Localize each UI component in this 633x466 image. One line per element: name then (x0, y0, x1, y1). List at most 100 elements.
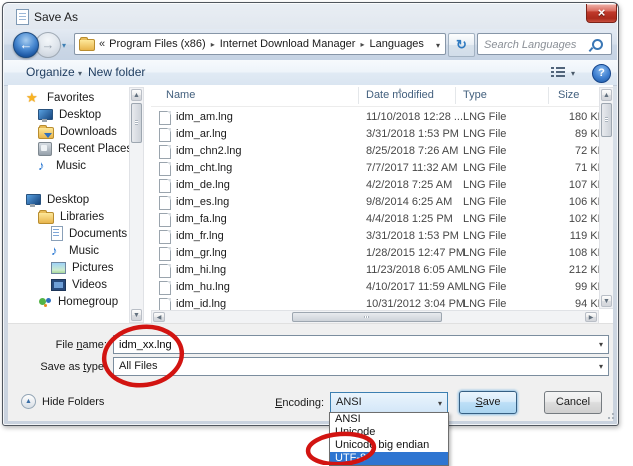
sidebar-item-desktop[interactable]: Desktop (38, 106, 101, 123)
save-button[interactable]: Save (459, 391, 517, 414)
sidebar-item-documents[interactable]: Documents (51, 225, 127, 242)
list-horizontal-scrollbar[interactable]: ◀ ▶ (151, 310, 599, 323)
chevron-down-icon[interactable]: ▾ (438, 399, 442, 408)
sidebar-item-favorites[interactable]: ★ Favorites (26, 89, 94, 106)
scroll-up-button[interactable]: ▲ (131, 89, 142, 101)
sidebar-scrollbar[interactable]: ▲ ▼ (129, 87, 144, 323)
file-icon (159, 230, 171, 244)
file-icon (159, 196, 171, 210)
sidebar-item-recent-places[interactable]: Recent Places (38, 140, 132, 157)
forward-icon: → (41, 37, 55, 52)
file-row[interactable]: idm_es.lng 9/8/2014 6:25 AM LNG File 106 KB (151, 194, 613, 211)
file-icon (159, 281, 171, 295)
sidebar-item-desktop-group[interactable]: Desktop (26, 191, 89, 208)
file-icon (159, 111, 171, 125)
resize-grip[interactable] (604, 409, 614, 419)
breadcrumb-item-idm[interactable]: Internet Download Manager (220, 38, 356, 50)
column-header-name[interactable]: Name (166, 89, 195, 101)
homegroup-icon (38, 296, 52, 308)
picture-icon (51, 261, 66, 274)
help-icon: ? (598, 67, 605, 79)
list-vertical-scrollbar[interactable]: ▲ ▼ (599, 87, 613, 309)
address-bar[interactable]: « Program Files (x86) ▸ Internet Downloa… (74, 33, 446, 55)
help-button[interactable]: ? (592, 64, 611, 83)
sidebar-item-videos[interactable]: Videos (51, 276, 107, 293)
organize-menu[interactable]: Organize ▾ (26, 65, 82, 79)
sidebar-item-music[interactable]: ♪ Music (38, 157, 86, 174)
scroll-up-button[interactable]: ▲ (601, 89, 612, 101)
file-row[interactable]: idm_fa.lng 4/4/2018 1:25 PM LNG File 102 KB (151, 211, 613, 228)
encoding-option-unicode-big-endian[interactable]: Unicode big endian (330, 439, 448, 452)
file-row[interactable]: idm_de.lng 4/2/2018 7:25 AM LNG File 107 KB (151, 177, 613, 194)
breadcrumb-separator-icon[interactable]: ▸ (359, 40, 365, 49)
refresh-button[interactable]: ↻ (448, 33, 475, 57)
hide-folders-button[interactable]: ▲ Hide Folders (21, 394, 104, 409)
command-toolbar: Organize ▾ New folder ▾ ? (4, 60, 617, 86)
file-name-combo[interactable]: ▾ (113, 335, 609, 354)
save-as-type-label: Save as type: (40, 361, 107, 373)
file-row[interactable]: idm_ar.lng 3/31/2018 1:53 PM LNG File 89 KB (151, 126, 613, 143)
file-row[interactable]: idm_am.lng 11/10/2018 12:28 ... LNG File 18… (151, 109, 613, 126)
scroll-left-button[interactable]: ◀ (153, 312, 165, 322)
scrollbar-thumb[interactable] (601, 103, 612, 137)
scrollbar-thumb[interactable] (131, 103, 142, 143)
scroll-right-icon: ▶ (588, 315, 594, 321)
file-row[interactable]: idm_chn2.lng 8/25/2018 7:26 AM LNG File 72 … (151, 143, 613, 160)
views-icon[interactable] (551, 66, 565, 78)
sidebar-item-downloads[interactable]: Downloads (38, 123, 117, 140)
chevron-down-icon[interactable]: ▾ (599, 340, 603, 349)
breadcrumb-separator-icon[interactable]: ▸ (210, 40, 216, 49)
views-dropdown-icon[interactable]: ▾ (571, 69, 575, 78)
history-dropdown-icon[interactable]: ▾ (62, 41, 66, 50)
encoding-option-ansi[interactable]: ANSI (330, 413, 448, 426)
sidebar-item-music-2[interactable]: ♪ Music (51, 242, 99, 259)
save-as-type-combo[interactable]: All Files ▾ (113, 357, 609, 376)
scroll-down-icon: ▼ (133, 312, 140, 319)
search-icon[interactable] (592, 39, 603, 50)
folder-icon (79, 37, 95, 51)
file-row[interactable]: idm_gr.lng 1/28/2015 12:47 PM LNG File 108 … (151, 245, 613, 262)
file-name-label: File name: (55, 339, 107, 351)
search-input[interactable] (482, 35, 591, 55)
encoding-option-utf8[interactable]: UTF-8 (330, 452, 448, 465)
cancel-button[interactable]: Cancel (544, 391, 602, 414)
column-header-date-modified[interactable]: Date modified (366, 89, 434, 101)
navigation-bar: ← → ▾ « Program Files (x86) ▸ Internet D… (4, 29, 617, 61)
encoding-label: Encoding: (275, 397, 324, 409)
collapse-arrow-icon: ▲ (21, 394, 36, 409)
breadcrumb-item-languages[interactable]: Languages (369, 38, 423, 50)
breadcrumb-item-program-files[interactable]: Program Files (x86) (109, 38, 206, 50)
monitor-icon (38, 109, 53, 122)
chevron-down-icon[interactable]: ▾ (599, 362, 603, 371)
close-button[interactable]: × (586, 4, 617, 23)
file-name-input[interactable] (115, 337, 591, 352)
file-icon (159, 264, 171, 278)
file-row[interactable]: idm_fr.lng 3/31/2018 1:53 PM LNG File 119 K… (151, 228, 613, 245)
file-icon (159, 247, 171, 261)
scroll-down-button[interactable]: ▼ (131, 309, 142, 321)
new-folder-button[interactable]: New folder (88, 65, 145, 79)
encoding-value: ANSI (336, 396, 362, 408)
encoding-combo[interactable]: ANSI ▾ (330, 392, 448, 413)
scroll-down-icon: ▼ (603, 298, 610, 305)
address-dropdown-icon[interactable]: ▾ (436, 41, 440, 50)
breadcrumb-chevrons[interactable]: « (99, 38, 105, 50)
file-icon (159, 213, 171, 227)
scroll-right-button[interactable]: ▶ (585, 312, 597, 322)
file-row[interactable]: idm_hi.lng 11/23/2018 6:05 AM LNG File 212 … (151, 262, 613, 279)
sidebar-item-libraries[interactable]: Libraries (38, 208, 104, 225)
encoding-dropdown-list: ANSI Unicode Unicode big endian UTF-8 (329, 412, 449, 466)
back-button[interactable]: ← (13, 32, 39, 58)
scrollbar-thumb[interactable] (292, 312, 442, 322)
scroll-down-button[interactable]: ▼ (601, 295, 612, 307)
title-bar[interactable]: Save As × (3, 3, 618, 29)
downloads-folder-icon (38, 124, 54, 139)
sidebar-item-pictures[interactable]: Pictures (51, 259, 114, 276)
file-row[interactable]: idm_cht.lng 7/7/2017 11:32 AM LNG File 71 K… (151, 160, 613, 177)
column-header-type[interactable]: Type (463, 89, 487, 101)
file-row[interactable]: idm_hu.lng 4/10/2017 11:59 AM LNG File 99 K… (151, 279, 613, 296)
column-header-size[interactable]: Size (558, 89, 579, 101)
sidebar-item-homegroup[interactable]: Homegroup (38, 293, 118, 310)
encoding-option-unicode[interactable]: Unicode (330, 426, 448, 439)
file-icon (159, 179, 171, 193)
